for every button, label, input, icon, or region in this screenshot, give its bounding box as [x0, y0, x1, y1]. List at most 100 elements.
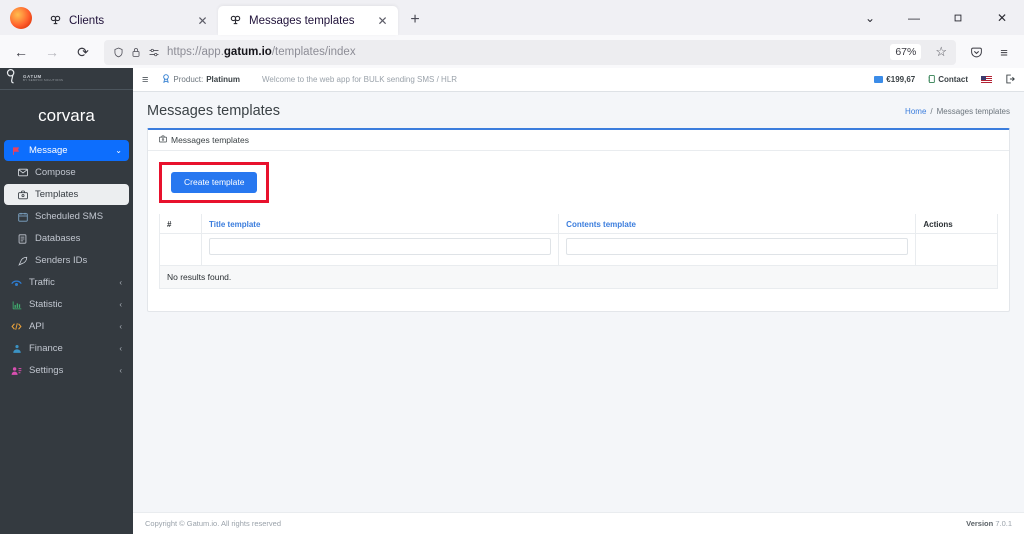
page-header: Messages templates Home / Messages templ… — [133, 92, 1024, 128]
product-badge: Product: Platinum — [162, 74, 240, 85]
balance-value: €199,67 — [886, 75, 916, 84]
sidebar-item-label: Finance — [29, 343, 63, 354]
tab-list-chevron-down-icon[interactable]: ⌄ — [848, 0, 892, 35]
sidebar-toggle-icon[interactable]: ≡ — [142, 74, 148, 86]
tab-strip: Clients ✕ Messages templates ✕ + ⌄ — ✕ — [0, 0, 1024, 35]
save-to-pocket-icon[interactable] — [963, 39, 989, 65]
shield-icon[interactable] — [113, 47, 124, 58]
balance-display[interactable]: €199,67 — [874, 75, 915, 84]
table-head: # Title template Contents template Actio… — [159, 213, 998, 266]
us-flag-icon[interactable] — [981, 76, 992, 83]
product-value: Platinum — [206, 75, 240, 84]
traffic-icon — [11, 278, 22, 287]
page-title: Messages templates — [147, 103, 280, 119]
sidebar-item-label: Senders IDs — [35, 255, 88, 266]
gatum-icon — [228, 14, 242, 28]
sidebar-item-label: Compose — [35, 167, 76, 178]
card-body: Create template # Title template Content… — [148, 151, 1009, 311]
filter-cell-title — [200, 233, 560, 266]
card-header: Messages templates — [148, 130, 1009, 151]
close-icon[interactable]: ✕ — [195, 13, 210, 28]
column-header-actions: Actions — [915, 213, 998, 234]
envelope-icon — [17, 168, 28, 177]
back-button[interactable]: ← — [7, 39, 35, 65]
breadcrumb-home[interactable]: Home — [905, 107, 926, 116]
sidebar-item-databases[interactable]: Databases — [4, 228, 129, 249]
filter-input-contents-template[interactable] — [566, 237, 909, 255]
create-template-button[interactable]: Create template — [171, 172, 258, 193]
sidebar-item-label: Statistic — [29, 299, 63, 310]
sidebar-item-senders-ids[interactable]: Senders IDs — [4, 250, 129, 271]
bookmark-star-icon[interactable]: ☆ — [930, 44, 952, 60]
window-controls: ⌄ — ✕ — [848, 0, 1024, 35]
chevron-left-icon: ‹ — [119, 278, 122, 287]
sidebar-item-api[interactable]: API ‹ — [4, 316, 129, 337]
sidebar-item-traffic[interactable]: Traffic ‹ — [4, 272, 129, 293]
app-topbar: ≡ Product: Platinum Welcome to the web a… — [133, 68, 1024, 92]
column-header-index[interactable]: # — [159, 213, 202, 234]
tab-title: Messages templates — [249, 14, 355, 27]
maximize-button[interactable] — [936, 0, 980, 35]
new-tab-button[interactable]: + — [402, 7, 428, 33]
template-icon — [17, 190, 28, 200]
zoom-level-badge[interactable]: 67% — [890, 44, 922, 60]
column-header-title-template[interactable]: Title template — [200, 213, 560, 234]
breadcrumb: Home / Messages templates — [905, 107, 1010, 116]
version-value: 7.0.1 — [995, 519, 1012, 528]
award-icon — [162, 74, 170, 85]
tab-title: Clients — [69, 14, 105, 27]
lock-icon[interactable] — [131, 47, 141, 58]
page-viewport: GATUM BY SEMPCO SOLUTIONS corvara Messag… — [0, 68, 1024, 534]
product-label: Product: — [173, 75, 204, 84]
sidebar-item-scheduled-sms[interactable]: Scheduled SMS — [4, 206, 129, 227]
copyright-text: Copyright © Gatum.io. All rights reserve… — [145, 519, 281, 528]
templates-card: Messages templates Create template # Tit… — [147, 128, 1010, 312]
permissions-icon[interactable] — [148, 47, 160, 58]
sidebar-item-statistic[interactable]: Statistic ‹ — [4, 294, 129, 315]
table-filter-row — [159, 233, 998, 266]
logout-icon[interactable] — [1005, 74, 1015, 86]
browser-tab-messages-templates[interactable]: Messages templates ✕ — [218, 6, 398, 35]
sidebar-item-templates[interactable]: Templates — [4, 184, 129, 205]
chevron-left-icon: ‹ — [119, 322, 122, 331]
column-header-contents-template[interactable]: Contents template — [558, 213, 917, 234]
browser-menu-icon[interactable]: ≡ — [991, 39, 1017, 65]
contact-label: Contact — [938, 75, 968, 84]
code-icon — [11, 322, 22, 331]
filter-cell-actions — [915, 233, 998, 266]
account-name: corvara — [38, 106, 95, 125]
reload-button[interactable]: ⟳ — [69, 39, 97, 65]
create-template-highlight: Create template — [159, 162, 270, 203]
no-results-message: No results found. — [159, 265, 998, 289]
address-bar[interactable]: https://app.gatum.io/templates/index 67%… — [104, 39, 956, 65]
chart-icon — [11, 300, 22, 310]
minimize-button[interactable]: — — [892, 0, 936, 35]
sidebar-item-label: Templates — [35, 189, 79, 200]
sidebar-item-settings[interactable]: Settings ‹ — [4, 360, 129, 381]
contact-link[interactable]: Contact — [928, 74, 968, 85]
templates-table-wrapper: # Title template Contents template Actio… — [159, 213, 998, 289]
database-icon — [17, 233, 28, 244]
contact-book-icon — [928, 74, 935, 85]
browser-window: Clients ✕ Messages templates ✕ + ⌄ — ✕ ←… — [0, 0, 1024, 534]
sidebar-item-label: Databases — [35, 233, 81, 244]
forward-button[interactable]: → — [38, 39, 66, 65]
main-content: ≡ Product: Platinum Welcome to the web a… — [133, 68, 1024, 534]
version-label: Version — [966, 519, 994, 528]
card-footer-space — [159, 288, 998, 311]
brand-text: GATUM BY SEMPCO SOLUTIONS — [23, 74, 63, 83]
url-text: https://app.gatum.io/templates/index — [167, 46, 356, 58]
sidebar-brand[interactable]: GATUM BY SEMPCO SOLUTIONS — [0, 68, 133, 90]
welcome-text: Welcome to the web app for BULK sending … — [262, 75, 458, 84]
close-icon[interactable]: ✕ — [375, 13, 390, 28]
sidebar-item-compose[interactable]: Compose — [4, 162, 129, 183]
chevron-left-icon: ‹ — [119, 366, 122, 375]
browser-tab-clients[interactable]: Clients ✕ — [38, 6, 218, 35]
firefox-logo-icon — [10, 7, 32, 29]
sidebar-item-finance[interactable]: Finance ‹ — [4, 338, 129, 359]
filter-input-title-template[interactable] — [209, 237, 552, 255]
close-window-button[interactable]: ✕ — [980, 0, 1024, 35]
breadcrumb-current: Messages templates — [936, 106, 1010, 116]
table-header-row: # Title template Contents template Actio… — [159, 213, 998, 234]
sidebar-item-message[interactable]: Message ⌄ — [4, 140, 129, 161]
